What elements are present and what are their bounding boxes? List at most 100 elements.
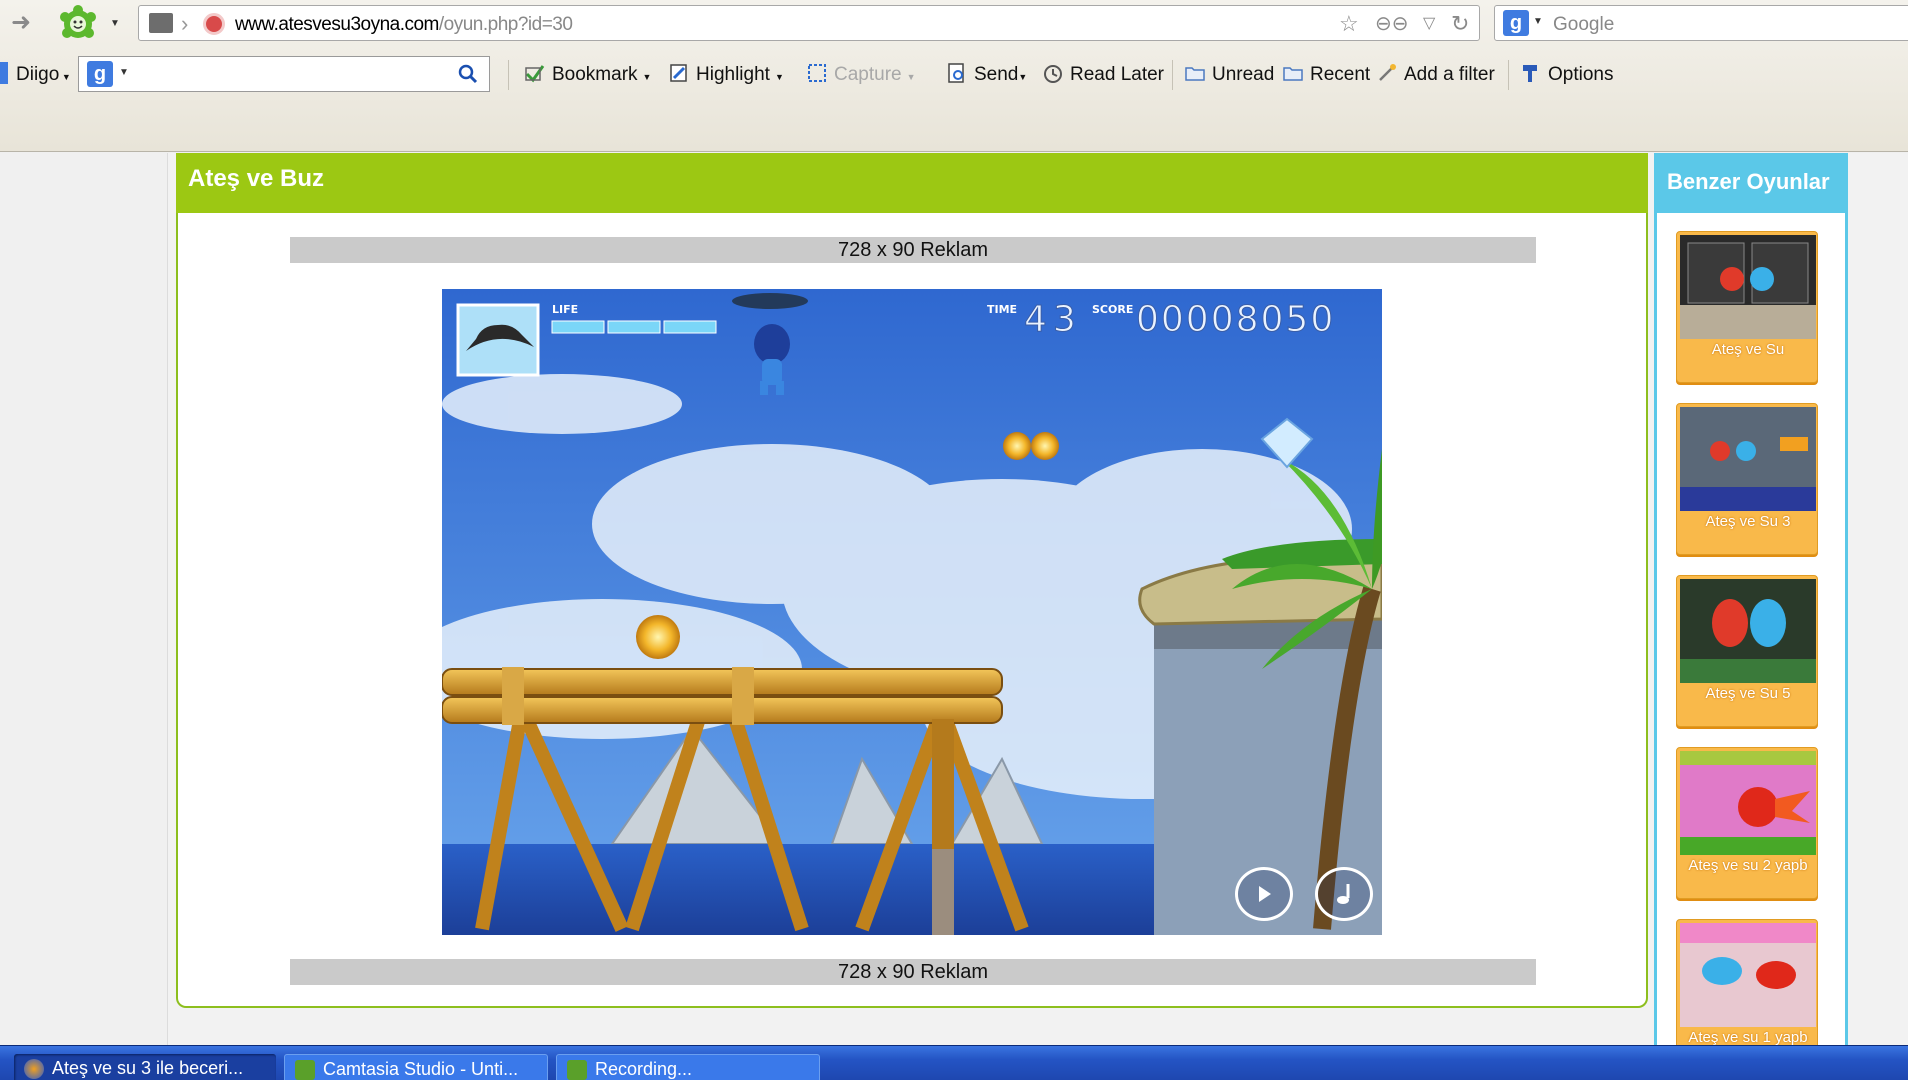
recent-button[interactable]: Recent — [1282, 54, 1370, 96]
filter-wand-icon — [1379, 63, 1396, 81]
game-card[interactable]: Ateş ve su 2 yapb — [1676, 747, 1818, 899]
options-label: Options — [1548, 64, 1614, 85]
highlight-label: Highlight — [696, 64, 770, 85]
game-canvas[interactable]: LIFE TIME 43 SCORE 00008050 — [442, 289, 1382, 935]
address-separator-icon: › — [181, 11, 189, 36]
taskbar-item-label: Recording... — [595, 1059, 693, 1079]
game-card[interactable]: Ateş ve Su 3 — [1676, 403, 1818, 555]
game-scene — [442, 289, 1382, 935]
game-thumbnail — [1680, 407, 1816, 511]
add-filter-label: Add a filter — [1404, 64, 1495, 85]
game-card-label: Ateş ve Su — [1711, 341, 1785, 358]
google-engine-icon[interactable]: g — [1503, 10, 1529, 36]
life-bar — [551, 320, 717, 334]
google-engine-icon[interactable]: g — [87, 61, 113, 87]
diigo-toolbar: Diigo ▼ g ▼ Bookmark ▼ Highlight ▼ Captu… — [0, 54, 1908, 96]
firefox-icon — [24, 1059, 44, 1079]
game-card[interactable]: Ateş ve Su — [1676, 231, 1818, 383]
bookmark-button[interactable]: Bookmark ▼ — [524, 54, 651, 96]
engine-dropdown-caret-icon[interactable]: ▼ — [119, 67, 129, 78]
folder-icon — [1283, 67, 1303, 81]
site-favicon-icon — [203, 13, 225, 35]
life-label: LIFE — [552, 303, 579, 316]
taskbar-item-label: Ateş ve su 3 ile beceri... — [52, 1058, 244, 1078]
score-value: 00008050 — [1135, 299, 1336, 341]
floating-hat — [732, 293, 808, 309]
bookmark-label: Bookmark — [552, 64, 638, 85]
address-bar[interactable]: › www.atesvesu3oyna.com/oyun.php?id=30 ☆… — [138, 5, 1480, 41]
toolbar-divider — [1172, 60, 1173, 90]
sidebar-header: Benzer Oyunlar — [1657, 153, 1845, 213]
history-dropdown-icon[interactable]: ▽ — [1423, 12, 1435, 36]
diigo-label: Diigo — [16, 64, 60, 85]
ad-banner-bottom[interactable]: 728 x 90 Reklam — [290, 959, 1536, 985]
forward-arrow-icon[interactable]: ➜ — [8, 10, 34, 36]
options-button[interactable]: Options — [1520, 54, 1613, 96]
diigo-logo-icon — [0, 61, 8, 84]
folder-icon — [1185, 67, 1205, 81]
send-button[interactable]: Send▼ — [946, 54, 1027, 96]
time-label: TIME — [987, 303, 1018, 316]
browser-chrome: ➜ ▼ › www.atesvesu3oyna.com/oyun.php?id=… — [0, 0, 1908, 152]
search-box[interactable]: g ▼ Google — [1494, 5, 1908, 41]
navigation-row: ➜ ▼ › www.atesvesu3oyna.com/oyun.php?id=… — [0, 0, 1908, 48]
windows-taskbar: Ateş ve su 3 ile beceri... Camtasia Stud… — [0, 1045, 1908, 1080]
toolbar-divider — [1508, 60, 1509, 90]
diigo-extension-icon[interactable] — [58, 4, 98, 44]
add-filter-button[interactable]: Add a filter — [1376, 54, 1495, 96]
engine-dropdown-caret-icon[interactable]: ▼ — [1533, 16, 1543, 27]
taskbar-item-firefox[interactable]: Ateş ve su 3 ile beceri... — [14, 1054, 276, 1080]
game-thumbnail — [1680, 579, 1816, 683]
recording-icon — [567, 1060, 587, 1080]
game-card-label: Ateş ve su 2 yapb — [1688, 857, 1808, 874]
game-panel: Ateş ve Buz 728 x 90 Reklam LIFE TIME 43… — [176, 153, 1648, 1008]
capture-label: Capture — [834, 64, 902, 85]
read-later-button[interactable]: Read Later — [1042, 54, 1164, 96]
taskbar-item-recording[interactable]: Recording... — [556, 1054, 820, 1080]
url-text[interactable]: www.atesvesu3oyna.com/oyun.php?id=30 — [235, 14, 573, 36]
gold-coin — [1031, 432, 1059, 460]
hud-portrait — [456, 303, 540, 377]
game-thumbnail — [1680, 235, 1816, 339]
game-card-label: Ateş ve su 1 yapb — [1688, 1029, 1808, 1046]
taskbar-item-camtasia[interactable]: Camtasia Studio - Unti... — [284, 1054, 548, 1080]
gold-coin — [636, 615, 680, 659]
time-value: 43 — [1024, 299, 1082, 341]
taskbar-item-label: Camtasia Studio - Unti... — [323, 1059, 519, 1079]
gold-coin — [1003, 432, 1031, 460]
capture-icon — [808, 63, 826, 82]
game-card-label: Ateş ve Su 3 — [1705, 513, 1791, 530]
unread-label: Unread — [1212, 64, 1275, 85]
play-button[interactable] — [1235, 867, 1293, 921]
page-left-margin — [0, 153, 168, 1045]
send-icon — [948, 63, 964, 83]
reload-icon[interactable]: ↻ — [1451, 12, 1469, 36]
game-title: Ateş ve Buz — [188, 165, 325, 192]
search-icon[interactable] — [457, 63, 479, 85]
music-toggle-button[interactable] — [1315, 867, 1373, 921]
toolbar-search-input[interactable]: g ▼ — [78, 56, 490, 92]
game-card[interactable]: Ateş ve Su 5 — [1676, 575, 1818, 727]
unread-button[interactable]: Unread — [1184, 54, 1274, 96]
diigo-menu-button[interactable]: Diigo ▼ — [0, 54, 71, 96]
game-thumbnail — [1680, 751, 1816, 855]
play-icon — [1259, 886, 1271, 902]
extension-dropdown-caret-icon[interactable]: ▼ — [110, 18, 120, 29]
read-later-label: Read Later — [1070, 64, 1165, 85]
game-title-bar: Ateş ve Buz — [176, 153, 1648, 213]
highlight-button[interactable]: Highlight ▼ — [668, 54, 784, 96]
toolbar-divider — [508, 60, 509, 90]
bookmark-icon — [525, 65, 545, 83]
music-note-icon — [1337, 884, 1350, 904]
game-card-label: Ateş ve Su 5 — [1705, 685, 1791, 702]
camtasia-icon — [295, 1060, 315, 1080]
capture-button[interactable]: Capture ▼ — [806, 54, 916, 96]
star-bookmark-icon[interactable]: ☆ — [1339, 12, 1359, 36]
ad-banner-top[interactable]: 728 x 90 Reklam — [290, 237, 1536, 263]
similar-games-sidebar: Benzer Oyunlar Ateş ve Su Ateş ve Su 3 A… — [1654, 153, 1848, 1071]
search-placeholder: Google — [1553, 14, 1615, 35]
reader-glasses-icon[interactable]: ⊖⊖ — [1375, 12, 1409, 36]
site-grid-icon[interactable] — [149, 13, 173, 33]
send-label: Send — [974, 64, 1019, 85]
score-label: SCORE — [1092, 303, 1134, 316]
